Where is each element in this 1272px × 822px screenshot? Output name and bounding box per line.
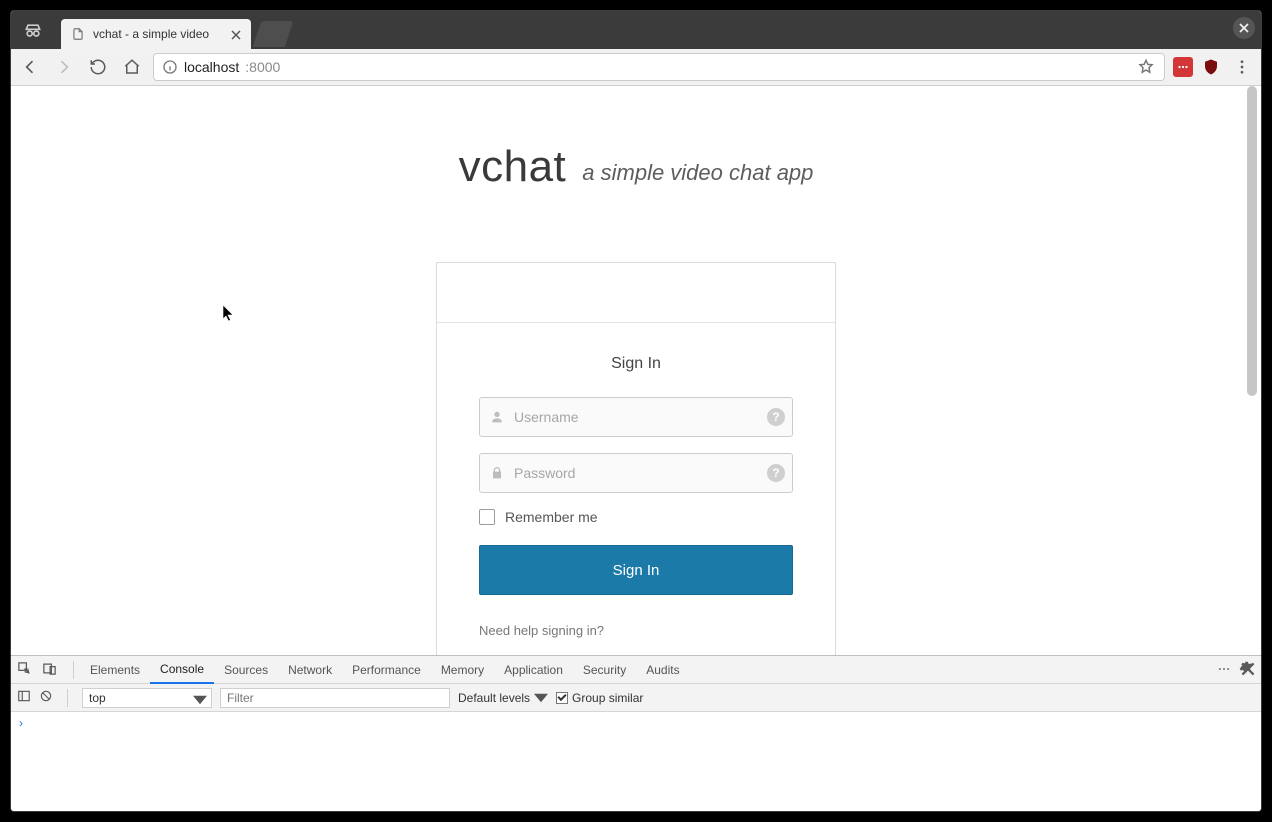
console-prompt-icon: › — [19, 716, 23, 730]
log-levels-label: Default levels — [458, 691, 530, 705]
tab-strip: vchat - a simple video — [11, 11, 1261, 49]
browser-menu-button[interactable] — [1229, 54, 1255, 80]
window-close-button[interactable] — [1233, 17, 1255, 39]
url-port: :8000 — [245, 59, 280, 75]
devtools-tab-network[interactable]: Network — [278, 656, 342, 684]
checkbox-checked-icon — [556, 692, 568, 704]
page-content: vchat a simple video chat app Sign In ? — [11, 86, 1261, 655]
signin-button[interactable]: Sign In — [479, 545, 793, 595]
log-levels-select[interactable]: Default levels — [458, 691, 548, 705]
group-similar-checkbox[interactable]: Group similar — [556, 691, 643, 705]
browser-window: vchat - a simple video localhost :8000 — [10, 10, 1262, 812]
remember-me-label: Remember me — [505, 509, 598, 525]
devtools-tab-console[interactable]: Console — [150, 656, 214, 684]
console-filter-input[interactable] — [220, 688, 450, 708]
devtools-tab-elements[interactable]: Elements — [80, 656, 150, 684]
username-help-icon[interactable]: ? — [760, 408, 792, 426]
devtools-tab-application[interactable]: Application — [494, 656, 573, 684]
reload-button[interactable] — [85, 54, 111, 80]
console-output[interactable]: › — [11, 712, 1261, 812]
user-icon — [480, 409, 514, 425]
password-input[interactable] — [514, 454, 760, 492]
site-info-icon[interactable] — [162, 59, 178, 75]
inspect-element-icon[interactable] — [17, 661, 32, 679]
password-help-icon[interactable]: ? — [760, 464, 792, 482]
devtools-tab-security[interactable]: Security — [573, 656, 636, 684]
brand-title: vchat — [459, 142, 567, 192]
login-card-header — [437, 263, 835, 323]
execution-context-value: top — [89, 691, 106, 705]
clear-console-icon[interactable] — [39, 689, 53, 706]
console-sidebar-toggle-icon[interactable] — [17, 689, 31, 706]
password-field[interactable]: ? — [479, 453, 793, 493]
url-host: localhost — [184, 59, 239, 75]
scrollbar-thumb[interactable] — [1247, 86, 1257, 396]
console-filter-text[interactable] — [227, 689, 443, 707]
group-similar-label: Group similar — [572, 691, 643, 705]
tab-title: vchat - a simple video — [93, 27, 223, 41]
extension-ublock-icon[interactable] — [1201, 57, 1221, 77]
back-button[interactable] — [17, 54, 43, 80]
help-signing-in-link[interactable]: Need help signing in? — [479, 623, 793, 638]
execution-context-select[interactable]: top — [82, 688, 212, 708]
devtools-tab-audits[interactable]: Audits — [636, 656, 689, 684]
device-toolbar-icon[interactable] — [42, 661, 57, 679]
checkbox-icon — [479, 509, 495, 525]
remember-me-checkbox[interactable]: Remember me — [479, 509, 793, 525]
brand-header: vchat a simple video chat app — [459, 142, 814, 192]
caret-down-icon — [193, 693, 207, 710]
login-heading: Sign In — [479, 355, 793, 373]
new-tab-button[interactable] — [253, 21, 293, 47]
lock-icon — [480, 465, 514, 481]
bookmark-star-icon[interactable] — [1136, 57, 1156, 77]
caret-down-icon — [534, 691, 548, 705]
address-bar[interactable]: localhost :8000 — [153, 53, 1165, 81]
tab-close-icon[interactable] — [231, 29, 241, 39]
incognito-icon — [19, 19, 47, 43]
console-toolbar: top Default levels Group similar — [11, 684, 1261, 712]
forward-button[interactable] — [51, 54, 77, 80]
devtools-panel: ElementsConsoleSourcesNetworkPerformance… — [11, 655, 1261, 812]
devtools-tab-memory[interactable]: Memory — [431, 656, 494, 684]
devtools-tab-performance[interactable]: Performance — [342, 656, 431, 684]
login-card: Sign In ? ? — [436, 262, 836, 655]
console-settings-icon[interactable] — [1239, 660, 1253, 677]
devtools-tabbar: ElementsConsoleSourcesNetworkPerformance… — [11, 656, 1261, 684]
browser-toolbar: localhost :8000 — [11, 49, 1261, 86]
browser-tab-active[interactable]: vchat - a simple video — [61, 19, 251, 49]
page-favicon-icon — [71, 27, 85, 41]
username-field[interactable]: ? — [479, 397, 793, 437]
home-button[interactable] — [119, 54, 145, 80]
username-input[interactable] — [514, 398, 760, 436]
viewport-scrollbar[interactable] — [1247, 86, 1257, 655]
devtools-tab-sources[interactable]: Sources — [214, 656, 278, 684]
brand-tagline: a simple video chat app — [582, 160, 813, 192]
extension-lastpass-icon[interactable] — [1173, 57, 1193, 77]
devtools-menu-icon[interactable] — [1217, 662, 1231, 679]
page-viewport: vchat a simple video chat app Sign In ? — [11, 86, 1261, 655]
